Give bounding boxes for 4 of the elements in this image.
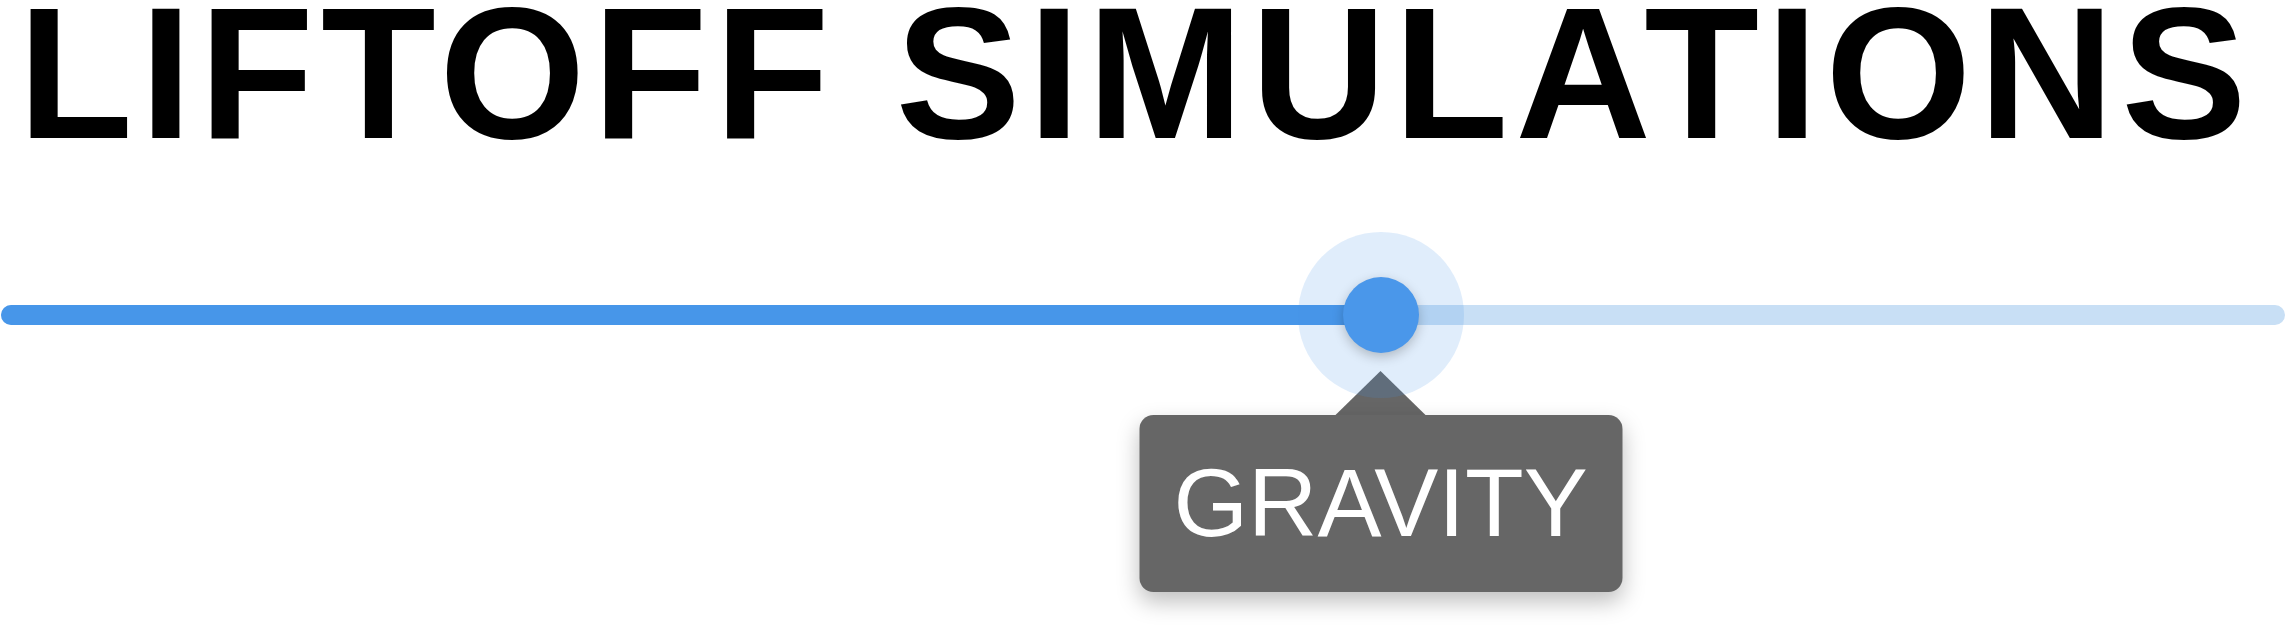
slider-thumb[interactable]: [1342, 276, 1419, 353]
slider-track[interactable]: [1, 304, 2285, 325]
page-title: LIFTOFF SIMULATIONS: [18, 0, 2254, 147]
tooltip: GRAVITY: [1139, 370, 1623, 592]
